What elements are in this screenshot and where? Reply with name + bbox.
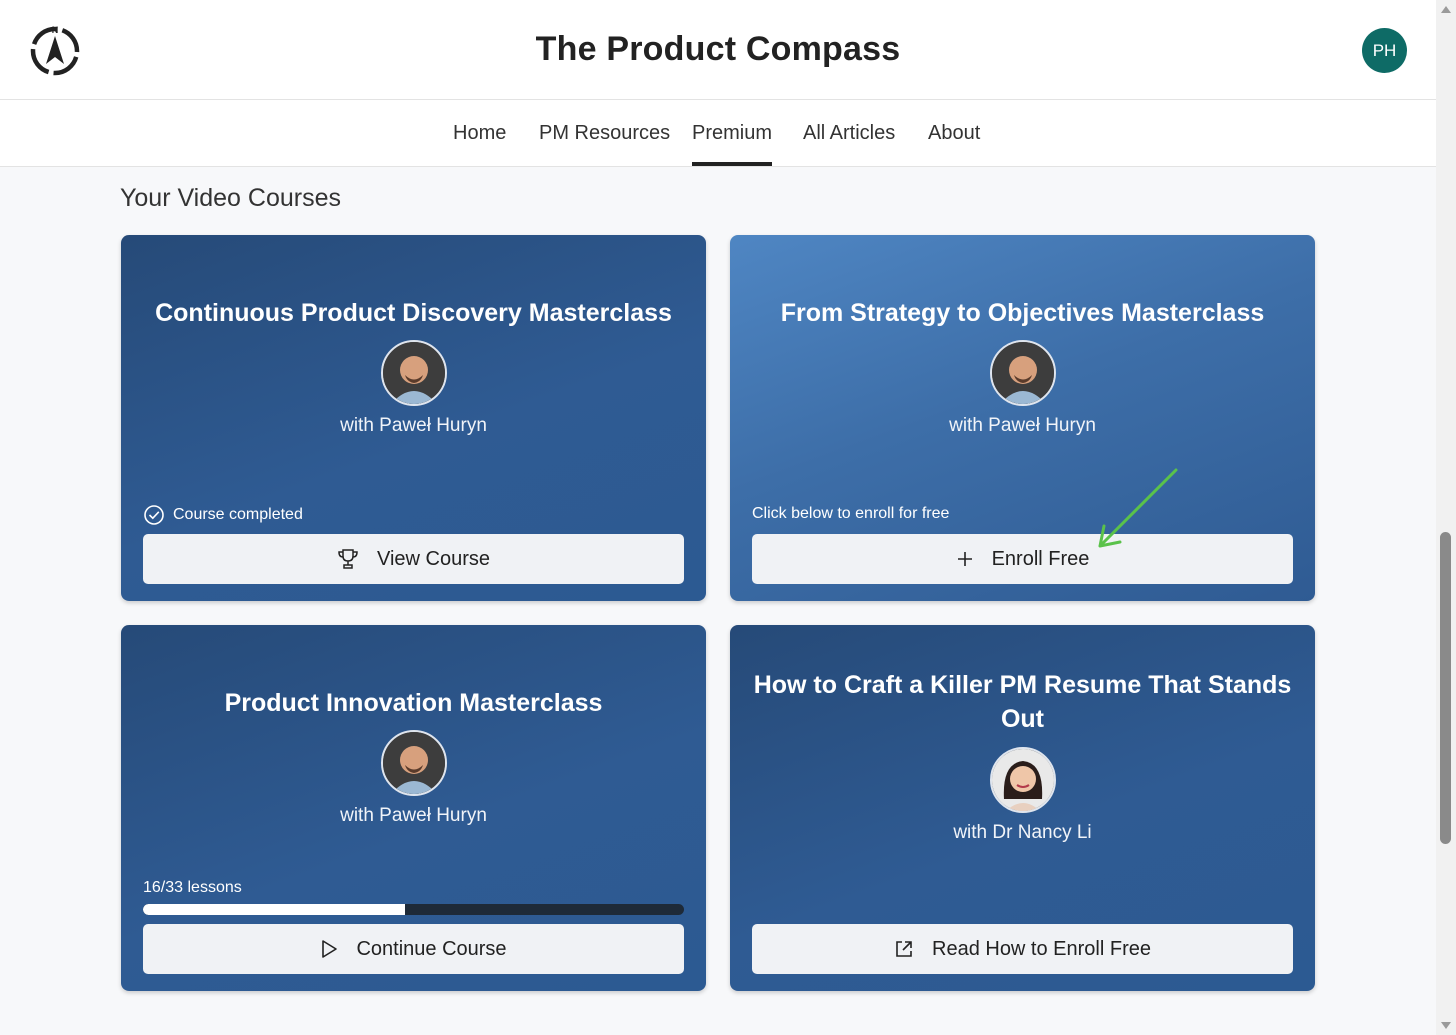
page-scrollbar[interactable]	[1436, 0, 1456, 1035]
instructor-photo	[989, 340, 1056, 406]
continue-course-button[interactable]: Continue Course	[143, 924, 684, 974]
tab-about[interactable]: About	[928, 122, 980, 145]
enroll-free-button[interactable]: Enroll Free	[752, 534, 1293, 584]
course-author: with Paweł Huryn	[949, 415, 1096, 436]
course-card-pm-resume[interactable]: How to Craft a Killer PM Resume That Sta…	[730, 625, 1315, 991]
course-title: Product Innovation Masterclass	[224, 689, 603, 717]
course-author: with Paweł Huryn	[340, 415, 487, 436]
course-author: with Paweł Huryn	[340, 805, 487, 826]
course-title: Continuous Product Discovery Masterclass	[155, 299, 672, 327]
button-label: Read How to Enroll Free	[932, 937, 1151, 960]
page: N The Product Compass PH Home PM Resourc…	[0, 0, 1456, 1035]
scroll-up-icon[interactable]	[1441, 6, 1451, 13]
section-title: Your Video Courses	[120, 184, 341, 212]
tab-all-articles[interactable]: All Articles	[803, 122, 895, 145]
site-title[interactable]: The Product Compass	[0, 30, 1436, 69]
instructor-photo	[380, 340, 447, 406]
plus-icon	[957, 552, 972, 566]
course-status: Click below to enroll for free	[752, 505, 949, 523]
instructor-photo	[989, 747, 1056, 813]
read-how-to-enroll-button[interactable]: Read How to Enroll Free	[752, 924, 1293, 974]
tab-pm-resources[interactable]: PM Resources	[539, 122, 670, 145]
instructor-photo	[380, 730, 447, 796]
progress-fill	[143, 904, 406, 915]
scrollbar-thumb[interactable]	[1440, 532, 1451, 844]
check-circle-icon	[144, 505, 164, 525]
progress-bar	[143, 904, 684, 915]
course-title: How to Craft a Killer PM Resume That Sta…	[753, 671, 1292, 733]
scroll-down-icon[interactable]	[1441, 1022, 1451, 1029]
status-text: Click below to enroll for free	[752, 505, 950, 522]
course-author: with Dr Nancy Li	[953, 822, 1092, 843]
site-header: N The Product Compass PH	[0, 0, 1436, 100]
main-nav: Home PM Resources Premium All Articles A…	[0, 100, 1436, 167]
external-link-icon	[896, 941, 912, 957]
tab-premium[interactable]: Premium	[692, 122, 773, 166]
tab-home[interactable]: Home	[453, 122, 506, 145]
progress-text: 16/33 lessons	[143, 879, 242, 896]
course-status: Course completed	[143, 504, 303, 526]
course-card-product-innovation[interactable]: Product Innovation Masterclass with Pawe…	[121, 625, 706, 991]
button-label: Continue Course	[356, 937, 507, 960]
button-label: Enroll Free	[991, 547, 1090, 570]
course-title: From Strategy to Objectives Masterclass	[780, 299, 1265, 327]
button-label: View Course	[376, 547, 491, 570]
course-card-strategy-objectives[interactable]: From Strategy to Objectives Masterclass …	[730, 235, 1315, 601]
trophy-icon	[338, 549, 358, 569]
user-avatar[interactable]: PH	[1362, 28, 1407, 73]
course-card-continuous-discovery[interactable]: Continuous Product Discovery Masterclass…	[121, 235, 706, 601]
status-text: Course completed	[173, 506, 303, 523]
view-course-button[interactable]: View Course	[143, 534, 684, 584]
play-icon	[322, 940, 338, 958]
